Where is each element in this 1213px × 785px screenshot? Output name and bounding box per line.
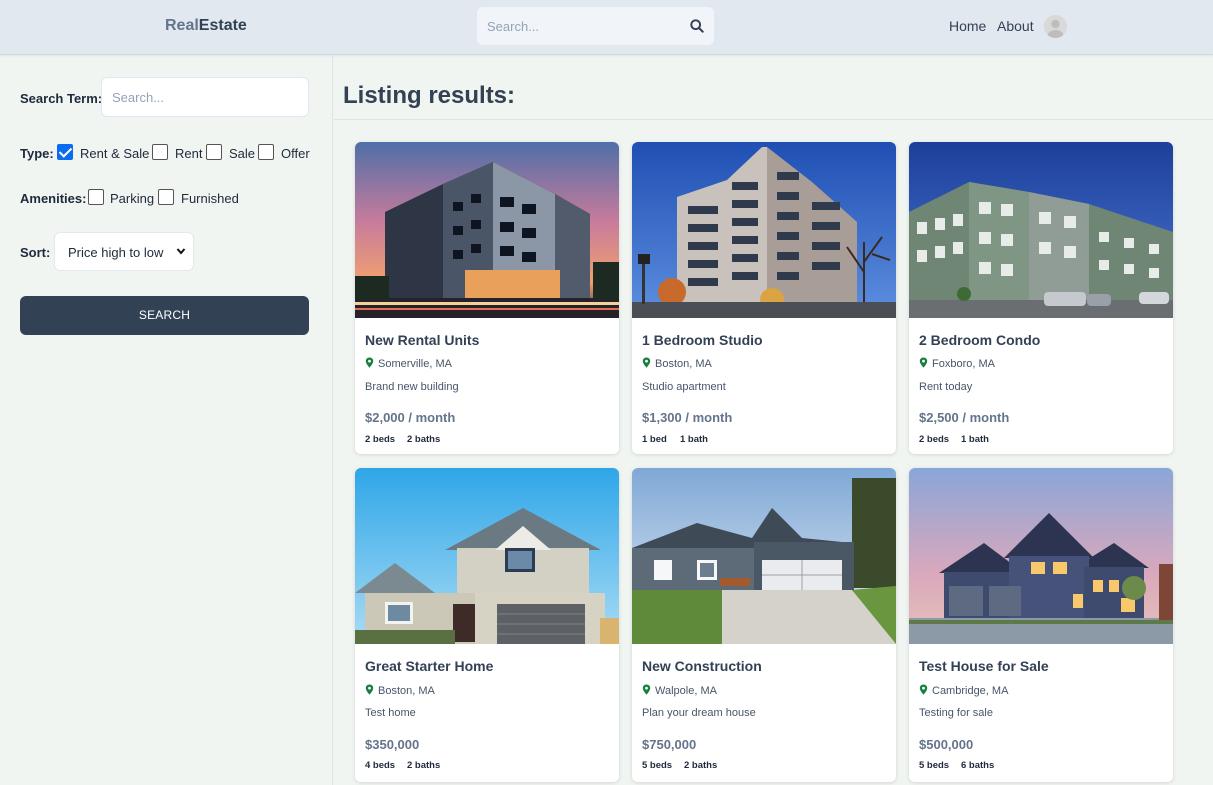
amenity-furnished-checkbox[interactable] bbox=[158, 189, 174, 205]
listing-baths: 1 bath bbox=[680, 434, 708, 445]
listing-baths: 1 bath bbox=[961, 434, 989, 445]
map-pin-icon bbox=[642, 684, 651, 695]
listing-baths: 2 baths bbox=[407, 434, 441, 445]
listing-title[interactable]: Great Starter Home bbox=[365, 658, 493, 674]
listing-title[interactable]: New Construction bbox=[642, 658, 762, 674]
nav-about-link[interactable]: About bbox=[997, 18, 1034, 34]
listing-photo[interactable] bbox=[909, 142, 1173, 318]
listing-location-text: Boston, MA bbox=[655, 358, 712, 370]
listing-title[interactable]: 1 Bedroom Studio bbox=[642, 332, 763, 348]
listing-beds: 2 beds bbox=[919, 434, 950, 445]
type-label: Type: bbox=[20, 146, 54, 161]
chevron-down-icon bbox=[176, 248, 186, 255]
listing-price: $350,000 bbox=[365, 737, 420, 752]
listing-beds: 2 beds bbox=[365, 434, 396, 445]
avatar-icon bbox=[1044, 15, 1067, 38]
listing-beds: 5 beds bbox=[919, 760, 950, 771]
type-rent-label: Rent bbox=[175, 146, 203, 161]
search-button[interactable]: SEARCH bbox=[20, 296, 309, 335]
search-term-input[interactable] bbox=[101, 77, 309, 117]
header-search-input[interactable] bbox=[477, 7, 677, 45]
logo[interactable]: RealEstate bbox=[165, 17, 247, 35]
type-rent-and-sale-checkbox[interactable] bbox=[57, 144, 73, 160]
logo-part-real: Real bbox=[165, 17, 199, 34]
listing-description: Brand new building bbox=[365, 381, 459, 393]
amenities-label: Amenities: bbox=[20, 191, 87, 206]
listing-description: Testing for sale bbox=[919, 707, 993, 719]
nav-home-link[interactable]: Home bbox=[949, 18, 986, 34]
listing-location: Boston, MA bbox=[365, 684, 435, 697]
map-pin-icon bbox=[919, 684, 928, 695]
map-pin-icon bbox=[919, 357, 928, 368]
amenity-furnished-label: Furnished bbox=[181, 191, 239, 206]
type-rent-checkbox[interactable] bbox=[152, 144, 168, 160]
listing-location-text: Cambridge, MA bbox=[932, 685, 1009, 697]
listing-card[interactable]: Great Starter Home Boston, MA Test home … bbox=[355, 468, 619, 782]
sort-label: Sort: bbox=[20, 245, 51, 260]
listing-card[interactable]: Test House for Sale Cambridge, MA Testin… bbox=[909, 468, 1173, 782]
page-title: Listing results: bbox=[343, 82, 516, 109]
listing-photo[interactable] bbox=[909, 468, 1173, 644]
search-icon[interactable] bbox=[690, 19, 704, 33]
top-header: RealEstate Home About bbox=[0, 0, 1213, 55]
listing-location: Somerville, MA bbox=[365, 357, 452, 370]
listing-location-text: Somerville, MA bbox=[378, 358, 452, 370]
listing-price: $1,300 / month bbox=[642, 410, 733, 425]
avatar[interactable] bbox=[1044, 15, 1067, 38]
listing-card[interactable]: New Construction Walpole, MA Plan your d… bbox=[632, 468, 896, 782]
listing-location-text: Foxboro, MA bbox=[932, 358, 995, 370]
listing-beds: 4 beds bbox=[365, 760, 396, 771]
listing-title[interactable]: 2 Bedroom Condo bbox=[919, 332, 1040, 348]
listing-price: $750,000 bbox=[642, 737, 697, 752]
listing-baths: 2 baths bbox=[684, 760, 718, 771]
title-divider bbox=[334, 119, 1213, 120]
type-offer-checkbox[interactable] bbox=[258, 144, 274, 160]
listing-location: Boston, MA bbox=[642, 357, 712, 370]
listing-beds: 1 bed bbox=[642, 434, 667, 445]
search-term-label: Search Term: bbox=[20, 91, 103, 106]
map-pin-icon bbox=[642, 357, 651, 368]
listing-title[interactable]: New Rental Units bbox=[365, 332, 479, 348]
listing-baths: 6 baths bbox=[961, 760, 995, 771]
header-search bbox=[477, 7, 714, 45]
listing-location-text: Walpole, MA bbox=[655, 685, 717, 697]
listing-card[interactable]: 1 Bedroom Studio Boston, MA Studio apart… bbox=[632, 142, 896, 454]
type-sale-checkbox[interactable] bbox=[206, 144, 222, 160]
listing-photo[interactable] bbox=[355, 142, 619, 318]
listing-photo[interactable] bbox=[355, 468, 619, 644]
listing-photo[interactable] bbox=[632, 468, 896, 644]
type-offer-label: Offer bbox=[281, 146, 310, 161]
listing-description: Studio apartment bbox=[642, 381, 726, 393]
amenity-parking-label: Parking bbox=[110, 191, 155, 206]
sort-select[interactable]: Price high to low bbox=[54, 232, 194, 271]
amenity-parking-checkbox[interactable] bbox=[88, 189, 104, 205]
map-pin-icon bbox=[365, 684, 374, 695]
map-pin-icon bbox=[365, 357, 374, 368]
type-rent-and-sale-label: Rent & Sale bbox=[80, 146, 150, 161]
listing-photo[interactable] bbox=[632, 142, 896, 318]
listing-location: Cambridge, MA bbox=[919, 684, 1008, 697]
listing-price: $2,000 / month bbox=[365, 410, 456, 425]
listing-baths: 2 baths bbox=[407, 760, 441, 771]
listing-location: Foxboro, MA bbox=[919, 357, 995, 370]
listing-price: $2,500 / month bbox=[919, 410, 1010, 425]
type-sale-label: Sale bbox=[229, 146, 256, 161]
listing-beds: 5 beds bbox=[642, 760, 673, 771]
listing-card[interactable]: 2 Bedroom Condo Foxboro, MA Rent today $… bbox=[909, 142, 1173, 454]
listing-description: Plan your dream house bbox=[642, 707, 756, 719]
listing-results: Listing results: New Rental Units Somerv… bbox=[334, 56, 1213, 785]
listing-price: $500,000 bbox=[919, 737, 974, 752]
listing-description: Test home bbox=[365, 707, 416, 719]
listing-title[interactable]: Test House for Sale bbox=[919, 658, 1049, 674]
listing-description: Rent today bbox=[919, 381, 973, 393]
listing-card[interactable]: New Rental Units Somerville, MA Brand ne… bbox=[355, 142, 619, 454]
sort-selected-value: Price high to low bbox=[68, 245, 164, 260]
logo-part-estate: Estate bbox=[198, 17, 247, 34]
filter-sidebar: Search Term: Type: Rent & Sale Rent Sale… bbox=[0, 56, 333, 785]
listing-location-text: Boston, MA bbox=[378, 685, 435, 697]
listing-location: Walpole, MA bbox=[642, 684, 717, 697]
